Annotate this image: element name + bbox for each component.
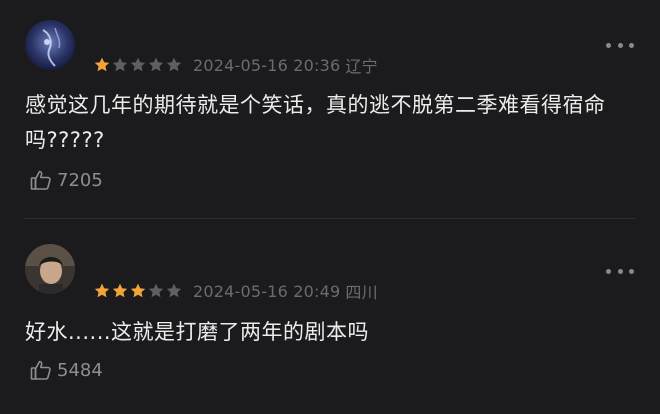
- star-empty-icon: [112, 57, 128, 72]
- comment-meta: 2024-05-16 20:36 辽宁: [93, 54, 378, 76]
- comment-location: 辽宁: [345, 57, 378, 76]
- comment-card: 2024-05-16 20:49 四川 好水......这就是打磨了两年的剧本吗…: [0, 222, 660, 414]
- like-count: 7205: [57, 169, 103, 191]
- rating-stars: [93, 282, 183, 300]
- divider: [24, 218, 636, 219]
- star-empty-icon: [130, 57, 146, 72]
- avatar[interactable]: [25, 244, 75, 294]
- like-button[interactable]: 7205: [29, 168, 103, 192]
- comment-location: 四川: [345, 283, 378, 302]
- star-filled-icon: [130, 283, 146, 298]
- star-filled-icon: [112, 283, 128, 298]
- rating-stars: [93, 56, 183, 74]
- star-empty-icon: [166, 57, 182, 72]
- like-button[interactable]: 5484: [29, 358, 103, 382]
- more-icon[interactable]: [606, 266, 634, 276]
- comment-meta: 2024-05-16 20:49 四川: [93, 280, 378, 302]
- more-icon[interactable]: [606, 40, 634, 50]
- like-count: 5484: [57, 359, 103, 381]
- thumbs-up-icon: [30, 170, 51, 190]
- star-empty-icon: [166, 283, 182, 298]
- thumbs-up-icon: [30, 360, 51, 380]
- comment-date: 2024-05-16 20:36: [193, 55, 341, 75]
- comment-date: 2024-05-16 20:49: [193, 281, 341, 301]
- avatar[interactable]: [25, 20, 75, 70]
- comment-text: 感觉这几年的期待就是个笑话，真的逃不脱第二季难看得宿命吗?????: [25, 93, 606, 152]
- comment-card: 2024-05-16 20:36 辽宁 感觉这几年的期待就是个笑话，真的逃不脱第…: [0, 0, 660, 218]
- star-filled-icon: [94, 57, 110, 72]
- comment-text: 好水......这就是打磨了两年的剧本吗: [25, 320, 370, 344]
- star-empty-icon: [148, 283, 164, 298]
- star-filled-icon: [94, 283, 110, 298]
- star-empty-icon: [148, 57, 164, 72]
